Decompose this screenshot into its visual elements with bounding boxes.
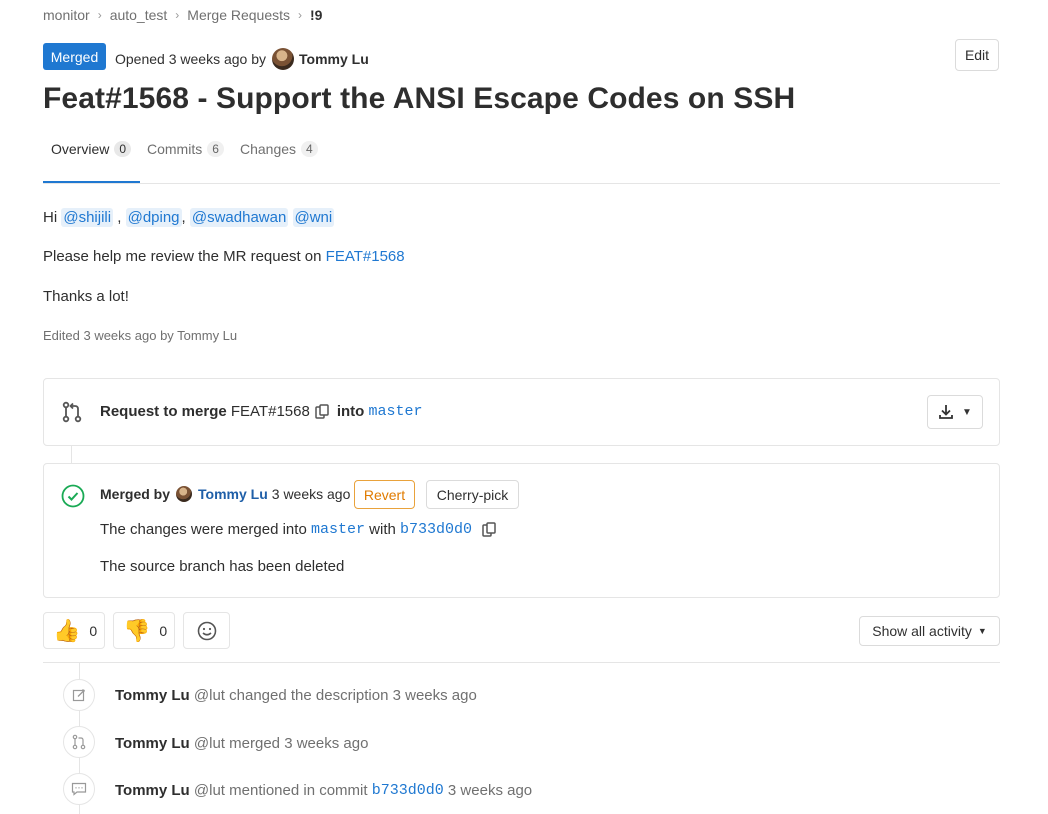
note-username: @lut	[193, 735, 225, 752]
check-circle-icon	[61, 484, 85, 508]
note-username: @lut	[193, 782, 225, 799]
greeting-text: Hi	[43, 209, 58, 226]
chevron-right-icon: ›	[97, 8, 102, 22]
breadcrumb: monitor › auto_test › Merge Requests › !…	[43, 7, 322, 23]
download-icon	[939, 405, 953, 419]
chevron-right-icon: ›	[175, 8, 180, 22]
merged-into-text: The changes were merged into	[100, 521, 307, 538]
note-action: merged	[229, 735, 281, 752]
active-tab-indicator	[43, 181, 140, 183]
branch-deleted-text: The source branch has been deleted	[100, 558, 345, 575]
description-thanks-line: Thanks a lot!	[43, 288, 129, 305]
breadcrumb-merge-requests-link[interactable]: Merge Requests	[187, 7, 290, 23]
with-text: with	[369, 521, 396, 538]
mention-link[interactable]: @swadhawan	[189, 208, 289, 227]
merged-time: 3 weeks ago	[271, 486, 351, 502]
download-dropdown[interactable]: ▼	[927, 395, 983, 429]
note-time: 3 weeks ago	[447, 782, 533, 799]
thumbs-up-count: 0	[89, 622, 98, 639]
breadcrumb-group-link[interactable]: monitor	[43, 7, 90, 23]
description-greeting-line: Hi @shijili , @dping, @swadhawan @wni	[43, 208, 335, 227]
tab-commits-count: 6	[207, 141, 224, 157]
merge-branch-icon	[62, 401, 82, 423]
mr-tabs: Overview 0 Commits 6 Changes 4	[43, 131, 1000, 184]
smiley-icon	[197, 621, 216, 640]
target-branch-link[interactable]: master	[311, 521, 365, 538]
breadcrumb-current-link[interactable]: !9	[310, 7, 322, 23]
description-review-line: Please help me review the MR request on …	[43, 248, 405, 265]
system-note-icon	[63, 679, 95, 711]
widget-connector	[71, 446, 72, 463]
note-time: 3 weeks ago	[392, 687, 477, 704]
thumbs-down-icon: 👎	[123, 617, 151, 643]
commit-sha-link[interactable]: b733d0d0	[400, 521, 472, 538]
target-branch-link[interactable]: master	[368, 403, 422, 420]
merge-icon	[72, 734, 86, 750]
activity-note: Tommy Lu @lut merged 3 weeks ago	[115, 735, 368, 752]
author-avatar[interactable]	[272, 48, 294, 70]
opened-text: Opened 3 weeks ago by	[115, 51, 266, 67]
merger-link[interactable]: Tommy Lu	[198, 486, 268, 502]
chevron-down-icon: ▼	[977, 626, 987, 636]
merged-into-line: The changes were merged into master with…	[100, 521, 504, 538]
thumbs-up-reaction-button[interactable]: 👍 0	[43, 612, 105, 649]
review-text: Please help me review the MR request on	[43, 248, 322, 265]
tab-changes-label: Changes	[240, 141, 297, 157]
status-badge: Merged	[43, 43, 106, 70]
thumbs-down-reaction-button[interactable]: 👎 0	[113, 612, 175, 649]
page-title: Feat#1568 - Support the ANSI Escape Code…	[43, 82, 796, 115]
chevron-right-icon: ›	[298, 8, 303, 22]
comment-icon	[71, 782, 87, 796]
merged-panel: Merged by Tommy Lu 3 weeks ago Revert Ch…	[43, 463, 1000, 598]
tab-commits[interactable]: Commits 6	[147, 141, 224, 157]
chevron-down-icon: ▼	[962, 406, 972, 418]
cherry-pick-button[interactable]: Cherry-pick	[426, 480, 519, 509]
activity-divider	[43, 662, 1000, 663]
thumbs-down-count: 0	[159, 622, 168, 639]
note-author-link[interactable]: Tommy Lu	[115, 782, 190, 799]
into-label: into	[336, 403, 365, 420]
note-action: changed the description	[229, 687, 389, 704]
merge-request-summary: Request to merge FEAT#1568 into master	[100, 403, 423, 420]
merger-avatar[interactable]	[176, 486, 193, 502]
revert-button[interactable]: Revert	[354, 480, 415, 509]
add-reaction-button[interactable]	[183, 612, 230, 649]
activity-filter-dropdown[interactable]: Show all activity ▼	[859, 616, 1000, 646]
edited-meta: Edited 3 weeks ago by Tommy Lu	[43, 328, 238, 343]
thumbs-up-icon: 👍	[53, 617, 81, 643]
merged-by-label: Merged by	[100, 486, 171, 502]
author-link[interactable]: Tommy Lu	[299, 51, 369, 67]
activity-note: Tommy Lu @lut mentioned in commit b733d0…	[115, 782, 532, 799]
request-to-merge-label: Request to merge	[100, 403, 227, 420]
mention-link[interactable]: @dping	[125, 208, 182, 227]
tab-overview[interactable]: Overview 0	[51, 141, 132, 157]
system-note-icon	[63, 773, 95, 805]
source-branch: FEAT#1568	[230, 403, 310, 420]
system-note-icon	[63, 726, 95, 758]
tab-overview-label: Overview	[51, 141, 110, 157]
tab-commits-label: Commits	[147, 141, 203, 157]
edit-button[interactable]: Edit	[955, 39, 999, 71]
mention-link[interactable]: @shijili	[61, 208, 114, 227]
issue-link[interactable]: FEAT#1568	[326, 248, 405, 265]
copy-icon[interactable]	[482, 521, 496, 538]
merged-by-line: Merged by Tommy Lu 3 weeks ago	[100, 486, 350, 502]
note-author-link[interactable]: Tommy Lu	[115, 735, 190, 752]
opened-meta: Opened 3 weeks ago by Tommy Lu	[115, 48, 369, 70]
merge-request-widget: Request to merge FEAT#1568 into master ▼	[43, 378, 1000, 446]
activity-filter-label: Show all activity	[872, 623, 972, 639]
mention-link[interactable]: @wni	[292, 208, 335, 227]
tab-changes[interactable]: Changes 4	[240, 141, 318, 157]
note-author-link[interactable]: Tommy Lu	[115, 687, 190, 704]
tab-overview-count: 0	[114, 141, 132, 157]
commit-sha-link[interactable]: b733d0d0	[372, 782, 444, 799]
activity-note: Tommy Lu @lut changed the description 3 …	[115, 687, 477, 704]
pencil-icon	[72, 689, 85, 702]
breadcrumb-project-link[interactable]: auto_test	[110, 7, 168, 23]
note-time: 3 weeks ago	[284, 735, 369, 752]
copy-icon[interactable]	[315, 403, 329, 420]
note-username: @lut	[193, 687, 225, 704]
tab-changes-count: 4	[301, 141, 318, 157]
note-action: mentioned in commit	[229, 782, 368, 799]
